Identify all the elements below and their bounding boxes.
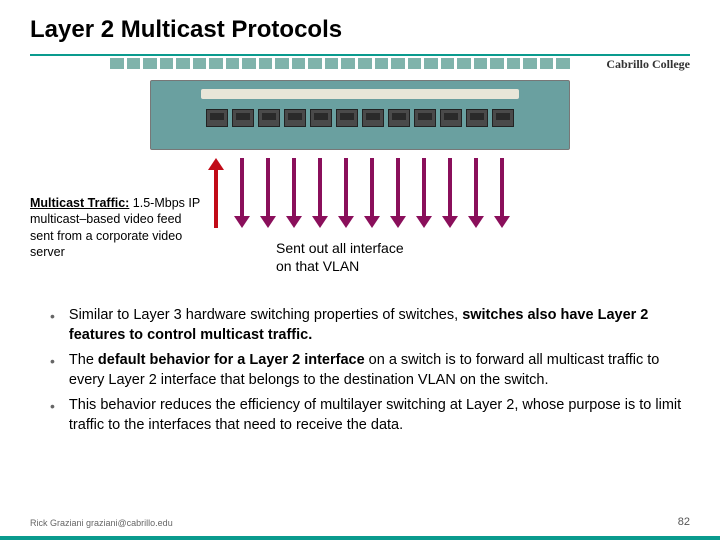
header-divider: Cabrillo College: [30, 54, 690, 74]
egress-arrow-icon: [283, 158, 305, 228]
switch-ports: [206, 109, 514, 127]
footer-author: Rick Graziani graziani@cabrillo.edu: [30, 518, 173, 528]
list-item: • This behavior reduces the efficiency o…: [50, 396, 690, 435]
list-item: • The default behavior for a Layer 2 int…: [50, 351, 690, 390]
egress-arrow-icon: [361, 158, 383, 228]
egress-arrow-icon: [335, 158, 357, 228]
arrow-caption: Sent out all interfaceon that VLAN: [276, 240, 404, 275]
egress-arrow-icon: [413, 158, 435, 228]
page-number: 82: [678, 516, 690, 528]
egress-arrow-icon: [439, 158, 461, 228]
bullet-icon: •: [50, 351, 55, 390]
bullet-icon: •: [50, 306, 55, 345]
list-item: • Similar to Layer 3 hardware switching …: [50, 306, 690, 345]
switch-diagram: [0, 80, 720, 150]
egress-arrow-icon: [309, 158, 331, 228]
traffic-arrows: [205, 158, 513, 228]
egress-arrow-icon: [491, 158, 513, 228]
egress-arrow-icon: [257, 158, 279, 228]
egress-arrow-icon: [465, 158, 487, 228]
traffic-description: Multicast Traffic: 1.5-Mbps IP multicast…: [30, 195, 200, 260]
egress-arrow-icon: [387, 158, 409, 228]
network-switch-icon: [150, 80, 570, 150]
footer-bar: [0, 536, 720, 540]
egress-arrow-icon: [231, 158, 253, 228]
slide-title: Layer 2 Multicast Protocols: [0, 0, 720, 44]
traffic-label: Multicast Traffic:: [30, 196, 129, 210]
bullet-list: • Similar to Layer 3 hardware switching …: [50, 306, 690, 441]
bullet-icon: •: [50, 396, 55, 435]
brand-text: Cabrillo College: [600, 57, 690, 72]
ingress-arrow-icon: [205, 158, 227, 228]
